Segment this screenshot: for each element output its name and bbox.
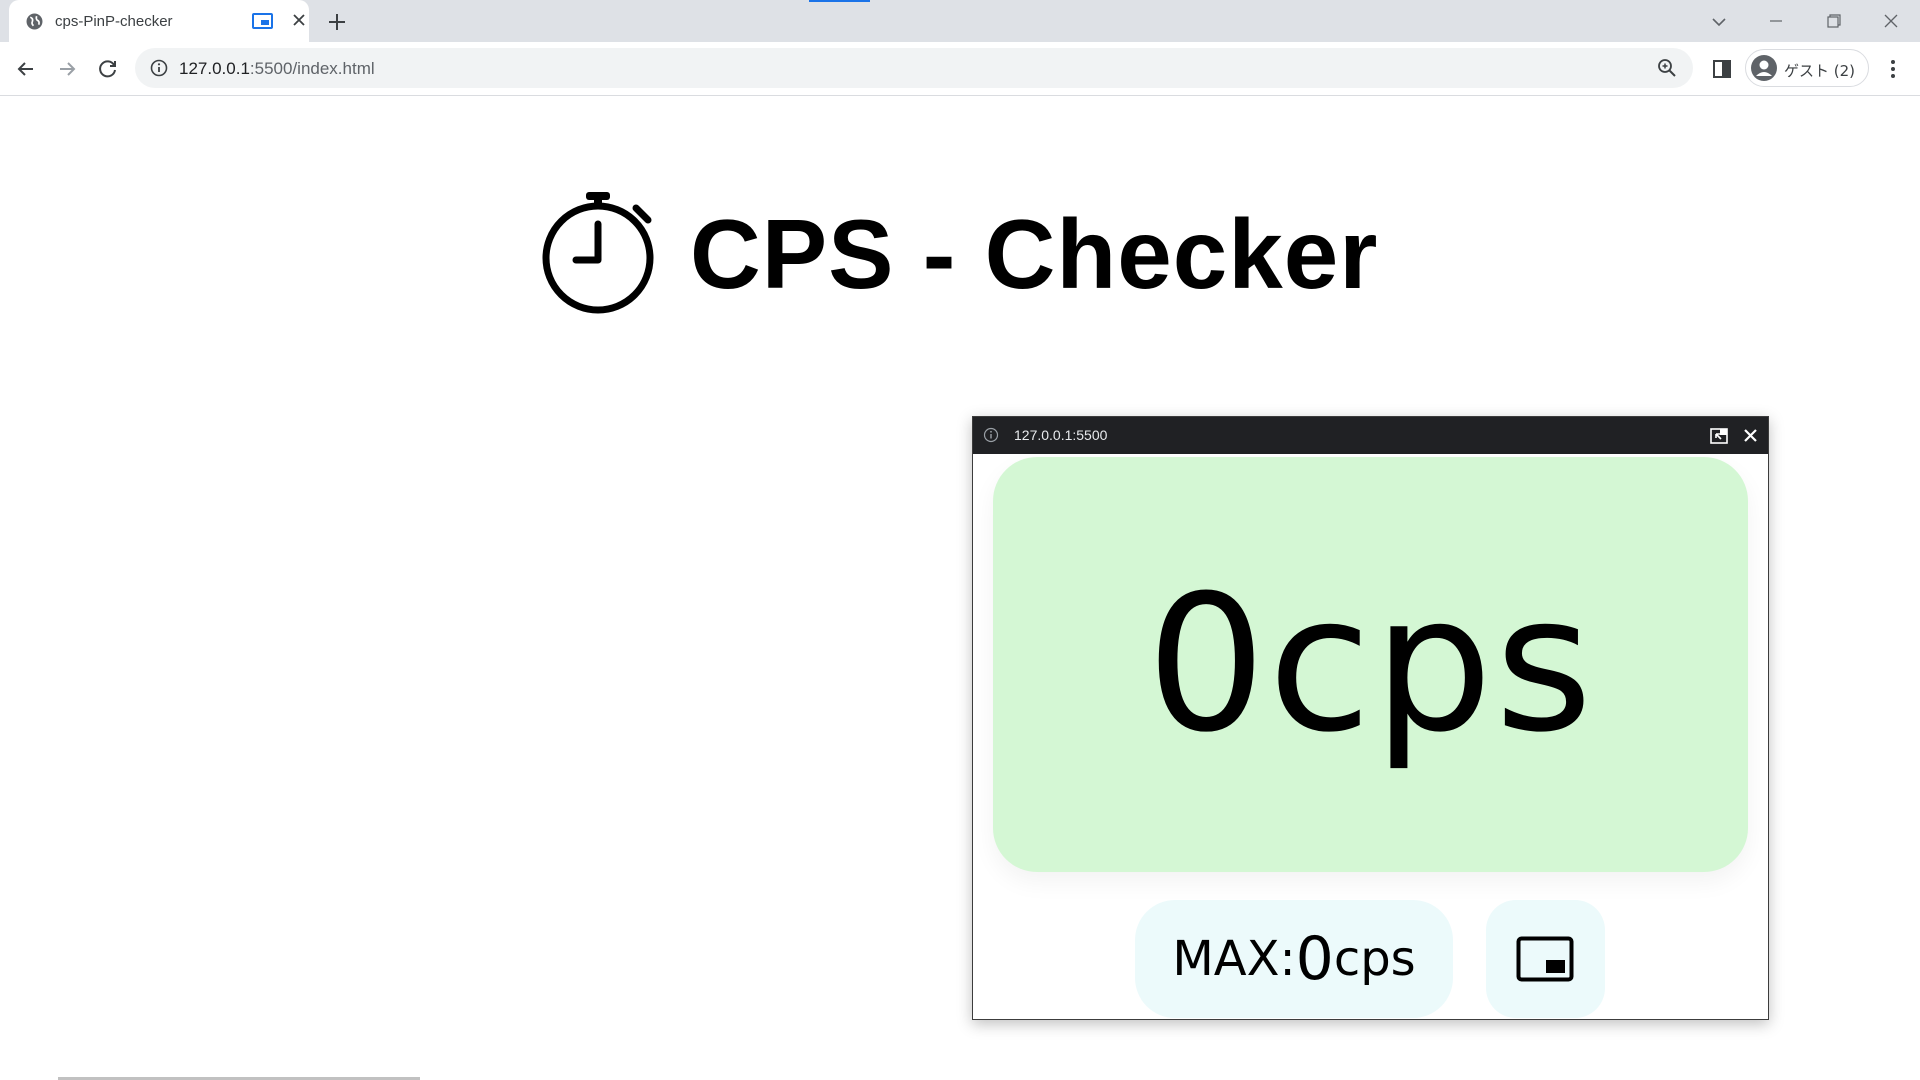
tab-active[interactable]: cps-PinP-checker bbox=[9, 0, 309, 42]
tab-strip: cps-PinP-checker bbox=[0, 0, 1920, 42]
window-close-icon[interactable] bbox=[1878, 8, 1904, 34]
url-path: :5500/index.html bbox=[249, 59, 375, 78]
stopwatch-icon bbox=[542, 192, 654, 314]
address-bar[interactable]: 127.0.0.1:5500/index.html bbox=[135, 48, 1693, 88]
globe-icon bbox=[26, 13, 43, 30]
cps-readout: 0 cps bbox=[993, 457, 1748, 872]
info-icon[interactable] bbox=[983, 427, 999, 443]
pip-body: 0 cps MAX: 0 cps bbox=[973, 454, 1768, 1019]
max-value: 0 bbox=[1295, 924, 1334, 994]
back-arrow-icon[interactable] bbox=[13, 56, 39, 82]
profile-label: ゲスト (2) bbox=[1784, 62, 1856, 80]
new-tab-icon[interactable] bbox=[325, 10, 349, 34]
pip-toggle-button[interactable] bbox=[1486, 900, 1605, 1018]
cps-display-card[interactable]: 0 cps bbox=[993, 457, 1748, 872]
pip-titlebar[interactable]: 127.0.0.1:5500 bbox=[973, 417, 1768, 454]
forward-arrow-icon[interactable] bbox=[54, 56, 80, 82]
loading-indicator bbox=[809, 0, 870, 2]
max-unit: cps bbox=[1333, 931, 1416, 987]
avatar-icon bbox=[1751, 55, 1777, 81]
profile-button[interactable]: ゲスト (2) bbox=[1745, 49, 1869, 87]
page-title: CPS - Checker bbox=[690, 199, 1379, 309]
cps-value: 0 bbox=[1146, 554, 1268, 774]
minimize-icon[interactable] bbox=[1763, 8, 1789, 34]
pip-window: 127.0.0.1:5500 0 cps MAX: 0 cps bbox=[972, 416, 1769, 1020]
picture-in-picture-icon bbox=[1516, 936, 1574, 982]
info-icon[interactable] bbox=[149, 58, 169, 78]
max-cps-box: MAX: 0 cps bbox=[1135, 900, 1453, 1018]
chevron-down-icon[interactable] bbox=[1707, 10, 1731, 34]
max-readout: MAX: 0 cps bbox=[1135, 900, 1453, 1018]
url-host: 127.0.0.1 bbox=[179, 59, 250, 78]
pip-url: 127.0.0.1:5500 bbox=[1014, 427, 1108, 443]
browser-toolbar: 127.0.0.1:5500/index.html ゲスト (2) bbox=[0, 42, 1920, 96]
side-panel-icon[interactable] bbox=[1710, 57, 1734, 81]
more-vertical-icon[interactable] bbox=[1880, 56, 1906, 82]
cps-unit: cps bbox=[1267, 554, 1595, 774]
back-to-tab-icon[interactable] bbox=[1709, 426, 1729, 446]
tab-title: cps-PinP-checker bbox=[55, 13, 173, 30]
reload-icon[interactable] bbox=[95, 56, 121, 82]
pip-indicator-icon bbox=[252, 13, 273, 29]
restore-icon[interactable] bbox=[1821, 8, 1847, 34]
max-label: MAX: bbox=[1172, 931, 1296, 987]
close-icon[interactable] bbox=[1741, 426, 1760, 445]
url-text[interactable]: 127.0.0.1:5500/index.html bbox=[179, 59, 375, 79]
tab-close-icon[interactable] bbox=[289, 10, 309, 30]
zoom-icon[interactable] bbox=[1656, 57, 1678, 79]
page-heading: CPS - Checker bbox=[540, 190, 1440, 320]
